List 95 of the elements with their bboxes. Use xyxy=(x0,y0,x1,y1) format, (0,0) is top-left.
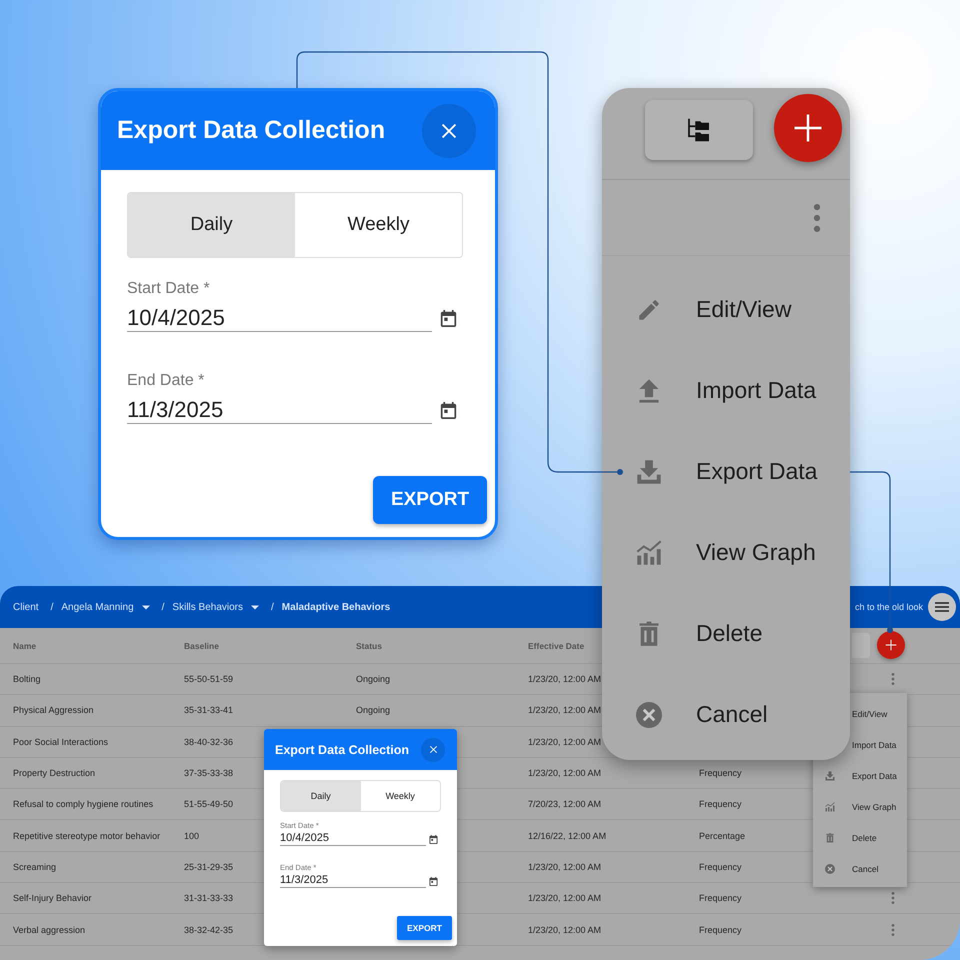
table-cell: 1/23/20, 12:00 AM xyxy=(528,924,602,935)
column-header: Name xyxy=(13,640,36,650)
date-field[interactable]: 11/3/2025 xyxy=(280,874,426,888)
menu-item[interactable]: Export Data xyxy=(852,770,897,780)
calendar-icon[interactable] xyxy=(440,310,457,327)
table-cell: 37-35-33-38 xyxy=(184,768,234,778)
caret-icon[interactable] xyxy=(142,604,150,610)
menu-item[interactable]: Export Data xyxy=(696,458,818,485)
table-cell: 100 xyxy=(184,830,200,841)
table-cell: 1/23/20, 12:00 AM xyxy=(528,674,602,684)
download-icon xyxy=(825,770,835,780)
table-cell: 51-55-49-50 xyxy=(184,799,234,810)
table-cell: 1/23/20, 12:00 AM xyxy=(528,893,602,904)
table-cell: Refusal to comply hygiene routines xyxy=(13,799,154,810)
download-icon xyxy=(636,458,662,484)
table-cell: Frequency xyxy=(699,768,742,778)
add-button[interactable] xyxy=(877,631,905,659)
breadcrumb-link[interactable]: Maladaptive Behaviors xyxy=(282,602,390,612)
breadcrumb-link[interactable]: Client xyxy=(13,602,39,612)
table-cell: 31-31-33-33 xyxy=(184,893,234,904)
table-cell: Self-Injury Behavior xyxy=(13,893,92,904)
menu-item[interactable]: Edit/View xyxy=(696,296,792,323)
more-icon[interactable] xyxy=(813,204,821,232)
caret-icon[interactable] xyxy=(251,604,260,610)
table-cell: 1/23/20, 12:00 AM xyxy=(528,862,602,872)
table-cell: Frequency xyxy=(699,862,742,872)
switch-link[interactable]: ch to the old look xyxy=(854,602,923,612)
field-label: Start Date * xyxy=(127,280,211,298)
table-cell: 12/16/22, 12:00 AM xyxy=(528,830,606,841)
table-cell: 25-31-29-35 xyxy=(184,862,234,872)
table-cell: Physical Aggression xyxy=(13,705,94,716)
menu-item[interactable]: Edit/View xyxy=(852,708,888,718)
menu-item[interactable]: Delete xyxy=(852,832,877,842)
column-header: Status xyxy=(356,640,382,650)
menu-button[interactable] xyxy=(928,593,956,621)
dialog-title: Export Data Collection xyxy=(275,742,410,756)
cancel-icon xyxy=(825,864,835,874)
hierarchy-button[interactable] xyxy=(645,100,753,160)
table-cell: Frequency xyxy=(699,893,742,904)
table-cell: 35-31-33-41 xyxy=(184,705,234,716)
table-cell: 1/23/20, 12:00 AM xyxy=(528,705,602,716)
date-field[interactable]: 11/3/2025 xyxy=(127,397,432,424)
chart-icon xyxy=(636,540,662,566)
menu-item[interactable]: View Graph xyxy=(852,802,896,812)
table-cell: 1/23/20, 12:00 AM xyxy=(528,768,602,778)
field-label: End Date * xyxy=(127,372,206,390)
table-cell: Frequency xyxy=(699,799,742,810)
table-cell: Bolting xyxy=(13,674,41,684)
menu-item[interactable]: Cancel xyxy=(696,701,768,728)
filter-field[interactable] xyxy=(852,633,870,658)
export-button[interactable]: EXPORT xyxy=(397,916,452,940)
table-cell: 7/20/23, 12:00 AM xyxy=(528,799,602,810)
table-cell: Repetitive stereotype motor behavior xyxy=(13,830,160,841)
date-field[interactable]: 10/4/2025 xyxy=(280,832,426,846)
breadcrumb-separator: / xyxy=(50,602,54,612)
trash-icon xyxy=(825,832,835,842)
table-cell: Verbal aggression xyxy=(13,924,86,935)
calendar-icon[interactable] xyxy=(429,876,438,886)
close-icon xyxy=(428,744,438,755)
menu-item[interactable]: View Graph xyxy=(696,539,816,566)
column-header: Baseline xyxy=(184,640,219,650)
dialog-title: Export Data Collection xyxy=(117,116,386,145)
cancel-icon xyxy=(636,702,662,728)
table-cell: 38-32-42-35 xyxy=(184,924,234,935)
table-cell: Poor Social Interactions xyxy=(13,736,108,747)
calendar-icon[interactable] xyxy=(429,834,438,844)
breadcrumb-separator: / xyxy=(271,602,274,612)
breadcrumb-link[interactable]: Angela Manning xyxy=(61,602,134,612)
close-button[interactable] xyxy=(421,738,445,762)
date-field[interactable]: 10/4/2025 xyxy=(127,305,432,332)
breadcrumb-separator: / xyxy=(162,602,164,612)
table-cell: Screaming xyxy=(13,862,56,872)
add-button[interactable] xyxy=(774,94,842,162)
breadcrumb-link[interactable]: Skills Behaviors xyxy=(172,602,244,612)
menu-item[interactable]: Import Data xyxy=(852,740,896,750)
chart-icon xyxy=(825,802,835,812)
menu-item[interactable]: Import Data xyxy=(696,377,816,404)
calendar-icon[interactable] xyxy=(440,402,457,419)
period-tab[interactable]: Daily xyxy=(128,193,295,257)
table-cell: Percentage xyxy=(699,830,746,841)
table-cell: Ongoing xyxy=(356,674,390,684)
menu-item[interactable]: Delete xyxy=(696,620,762,647)
table-cell: 38-40-32-36 xyxy=(184,736,234,747)
column-header: Effective Date xyxy=(528,640,584,650)
table-cell: 1/23/20, 12:00 AM xyxy=(528,736,602,747)
table-cell: 55-50-51-59 xyxy=(184,674,234,684)
period-tab[interactable]: Daily xyxy=(281,781,360,811)
menu-icon xyxy=(935,602,949,612)
menu-item[interactable]: Cancel xyxy=(852,864,878,874)
table-cell: Property Destruction xyxy=(13,768,96,778)
table-cell: Frequency xyxy=(699,924,742,935)
export-button[interactable]: EXPORT xyxy=(373,476,487,524)
more-icon[interactable] xyxy=(891,892,895,904)
plus-icon xyxy=(884,638,898,652)
table-cell: Ongoing xyxy=(356,705,390,716)
